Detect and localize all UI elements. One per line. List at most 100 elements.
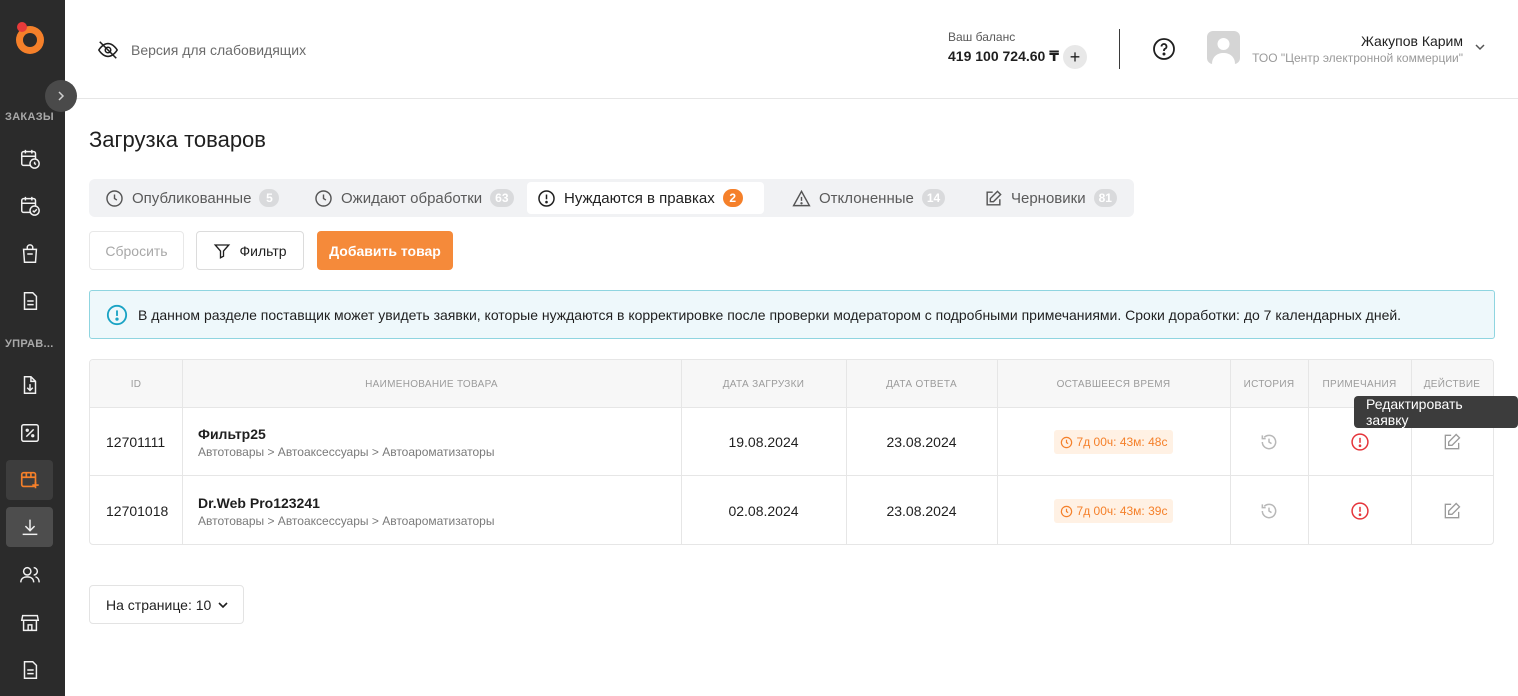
users-icon xyxy=(19,566,40,583)
row-remaining-time: 7д 00ч: 43м: 39с xyxy=(997,477,1230,544)
tab-needs-revision[interactable]: Нуждаются в правках 2 xyxy=(527,182,764,214)
document-list-icon xyxy=(23,661,37,679)
row-remaining-time: 7д 00ч: 43м: 48с xyxy=(997,408,1230,476)
sidebar-item-reports[interactable] xyxy=(6,650,53,690)
row-product: Фильтр25 Автотовары > Автоаксессуары > А… xyxy=(198,408,494,476)
add-product-button[interactable]: Добавить товар xyxy=(317,231,453,270)
tab-count-badge: 2 xyxy=(722,189,743,207)
tab-published[interactable]: Опубликованные 5 xyxy=(95,182,289,214)
tab-label: Нуждаются в правках xyxy=(564,189,715,207)
sidebar-item-documents[interactable] xyxy=(6,281,53,321)
column-header-remaining-time: ОСТАВШЕЕСЯ ВРЕМЯ xyxy=(1056,378,1171,390)
row-id: 12701018 xyxy=(106,503,169,519)
tab-label: Опубликованные xyxy=(132,189,252,207)
column-header-answer-date: ДАТА ОТВЕТА xyxy=(886,378,957,390)
add-balance-button[interactable]: + xyxy=(1063,45,1087,69)
download-icon xyxy=(22,519,37,536)
page-size-select[interactable]: На странице: 10 xyxy=(89,585,244,624)
remaining-time-text: 7д 00ч: 43м: 39с xyxy=(1076,504,1168,518)
sidebar-item-discounts[interactable] xyxy=(6,413,53,453)
chevron-down-icon[interactable] xyxy=(1474,41,1486,53)
history-icon[interactable] xyxy=(1259,432,1279,452)
user-name[interactable]: Жакупов Карим xyxy=(1265,33,1463,49)
info-banner: В данном разделе поставщик может увидеть… xyxy=(89,290,1495,339)
sidebar-collapse-button[interactable] xyxy=(45,80,77,112)
filter-label: Фильтр xyxy=(239,242,287,259)
accessibility-label: Версия для слабовидящих xyxy=(131,42,307,58)
add-product-icon xyxy=(20,471,39,489)
sidebar-item-import[interactable] xyxy=(6,365,53,405)
history-icon[interactable] xyxy=(1259,501,1279,521)
avatar[interactable] xyxy=(1207,31,1240,64)
reset-button[interactable]: Сбросить xyxy=(89,231,184,270)
product-category: Автотовары > Автоаксессуары > Автоаромат… xyxy=(198,513,495,528)
logo-icon[interactable] xyxy=(10,19,48,57)
clock-icon xyxy=(1060,436,1072,448)
tab-pending[interactable]: Ожидают обработки 63 xyxy=(304,182,524,214)
tab-rejected[interactable]: Отклоненные 14 xyxy=(782,182,955,214)
products-table: ID НАИМЕНОВАНИЕ ТОВАРА ДАТА ЗАГРУЗКИ ДАТ… xyxy=(89,359,1494,545)
alert-circle-icon xyxy=(538,189,555,207)
sidebar-item-orders-done[interactable] xyxy=(6,186,53,226)
page-title: Загрузка товаров xyxy=(89,127,266,152)
store-icon xyxy=(20,614,39,632)
alert-circle-icon[interactable] xyxy=(1350,501,1370,521)
column-header-id: ID xyxy=(130,378,142,390)
document-download-icon xyxy=(23,376,36,394)
tab-label: Черновики xyxy=(1011,189,1086,207)
user-avatar-icon xyxy=(1212,38,1235,64)
eye-off-icon xyxy=(97,41,119,59)
sidebar-item-downloads[interactable] xyxy=(6,507,53,547)
sidebar-item-orders-schedule[interactable] xyxy=(6,139,53,179)
chevron-down-icon xyxy=(218,601,228,608)
help-icon[interactable] xyxy=(1152,37,1176,61)
row-notes xyxy=(1308,477,1411,544)
user-organization: ТОО "Центр электронной коммерции" xyxy=(1252,51,1463,65)
table-header: ID НАИМЕНОВАНИЕ ТОВАРА ДАТА ЗАГРУЗКИ ДАТ… xyxy=(90,360,1493,408)
document-icon xyxy=(23,292,37,310)
table-row: 12701018 Dr.Web Pro123241 Автотовары > А… xyxy=(90,477,1493,544)
section-manage-label: УПРАВ... xyxy=(5,338,54,350)
clock-icon xyxy=(315,189,332,207)
column-header-upload-date: ДАТА ЗАГРУЗКИ xyxy=(722,378,805,390)
accessibility-toggle[interactable]: Версия для слабовидящих xyxy=(97,39,306,61)
remaining-time-text: 7д 00ч: 43м: 48с xyxy=(1076,435,1168,449)
alert-circle-icon[interactable] xyxy=(1350,432,1370,452)
tab-count-badge: 5 xyxy=(259,189,280,207)
calendar-clock-icon xyxy=(20,149,40,169)
product-name[interactable]: Фильтр25 xyxy=(198,426,266,442)
sidebar-item-users[interactable] xyxy=(6,555,53,595)
header: Версия для слабовидящих Ваш баланс 419 1… xyxy=(65,0,1518,99)
filter-button[interactable]: Фильтр xyxy=(196,231,304,270)
chevron-right-icon xyxy=(58,91,65,101)
balance-label: Ваш баланс xyxy=(948,30,1016,44)
percent-icon xyxy=(20,424,39,442)
app: ЗАКАЗЫ УПРАВ... Версия для слабовидящих … xyxy=(0,0,1518,696)
edit-icon[interactable] xyxy=(1442,432,1462,452)
sidebar-item-store[interactable] xyxy=(6,603,53,643)
section-orders-label: ЗАКАЗЫ xyxy=(5,111,54,123)
tab-count-badge: 14 xyxy=(921,189,946,207)
tab-drafts[interactable]: Черновики 81 xyxy=(974,182,1127,214)
row-product: Dr.Web Pro123241 Автотовары > Автоаксесс… xyxy=(198,477,495,544)
page-size-label: На странице: 10 xyxy=(106,596,212,613)
row-answer-date: 23.08.2024 xyxy=(886,434,957,450)
remaining-time-badge: 7д 00ч: 43м: 48с xyxy=(1053,430,1174,454)
row-upload-date: 02.08.2024 xyxy=(728,503,799,519)
balance: Ваш баланс 419 100 724.60 ₸ xyxy=(948,30,1059,65)
calendar-check-icon xyxy=(20,196,40,216)
row-id: 12701111 xyxy=(106,434,166,450)
info-icon xyxy=(106,304,128,325)
table-row: 12701111 Фильтр25 Автотовары > Автоаксес… xyxy=(90,408,1493,476)
product-name[interactable]: Dr.Web Pro123241 xyxy=(198,495,320,511)
tab-count-badge: 81 xyxy=(1093,189,1117,207)
info-text: В данном разделе поставщик может увидеть… xyxy=(138,306,1402,323)
row-action xyxy=(1411,477,1493,544)
row-answer-date: 23.08.2024 xyxy=(886,503,957,519)
balance-value: 419 100 724.60 ₸ xyxy=(948,48,1059,64)
column-header-name: НАИМЕНОВАНИЕ ТОВАРА xyxy=(365,378,498,390)
sidebar-item-purchases[interactable] xyxy=(6,234,53,274)
clock-icon xyxy=(1060,505,1072,517)
edit-icon[interactable] xyxy=(1442,501,1462,521)
sidebar-item-product-upload[interactable] xyxy=(6,460,53,500)
